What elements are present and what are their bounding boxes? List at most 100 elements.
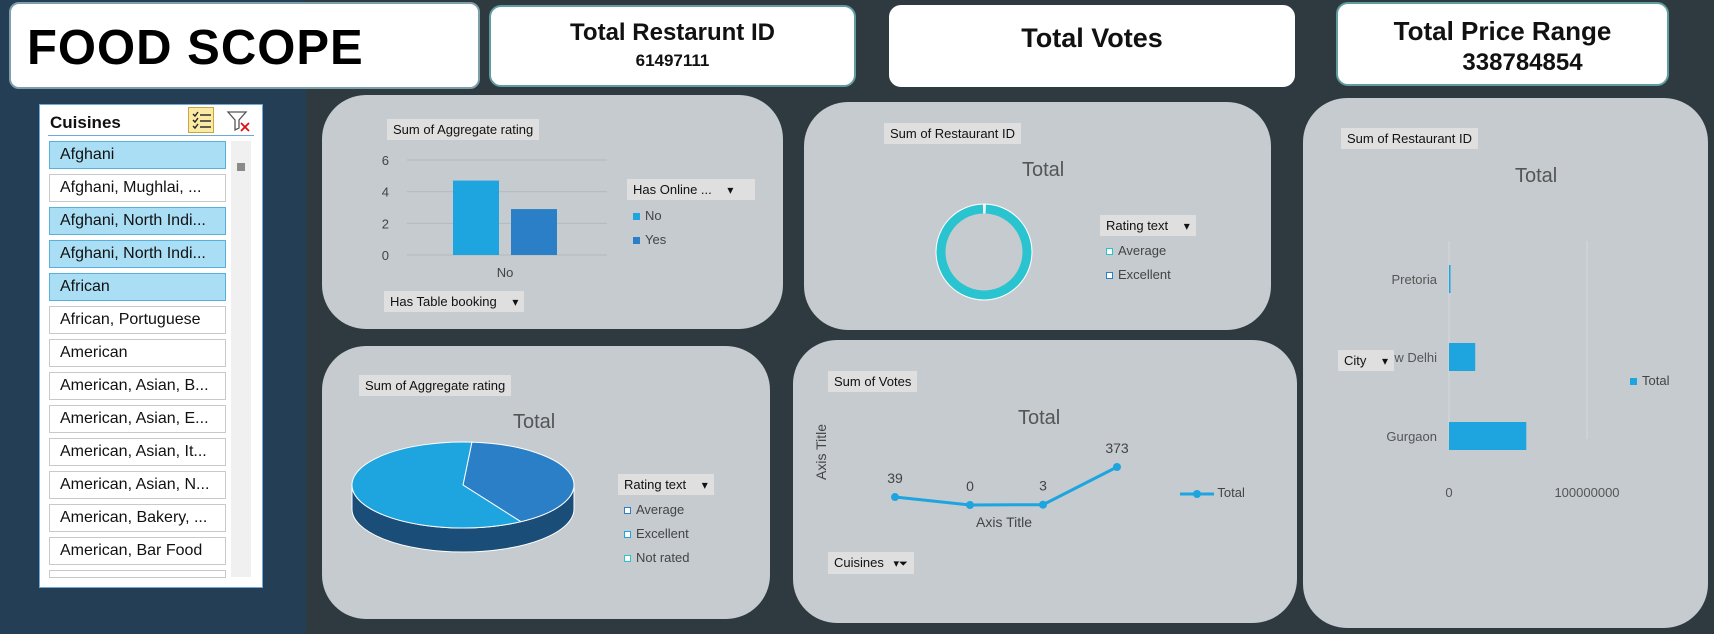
cuisines-slicer: Cuisines Afghani Afghani, Mughlai, ... Afg…: [39, 104, 263, 588]
legend-item-average: Average: [624, 502, 684, 517]
legend-item-excellent: Excellent: [624, 526, 689, 541]
data-label: 3: [1039, 478, 1047, 494]
line-point: [1039, 500, 1047, 509]
donut-slice-average: [936, 204, 1032, 300]
slicer-item[interactable]: African: [49, 273, 226, 301]
bar-no: [453, 180, 499, 255]
data-label: 373: [1105, 440, 1129, 456]
slicer-item[interactable]: Afghani: [49, 141, 226, 169]
legend-swatch: [624, 531, 631, 539]
legend-swatch: [1630, 378, 1637, 386]
legend-swatch: [624, 507, 631, 515]
legend-item-no: No: [633, 208, 662, 223]
clear-filter-button[interactable]: [226, 109, 252, 133]
line-point: [1113, 463, 1121, 471]
slicer-item[interactable]: American: [49, 339, 226, 367]
legend-field-button[interactable]: Rating text: [618, 474, 714, 495]
scrollbar-thumb[interactable]: [237, 163, 245, 171]
legend-label: Not rated: [636, 550, 690, 565]
slicer-divider: [48, 135, 254, 136]
data-label: 39: [887, 470, 903, 486]
kpi-card-votes: Total Votes: [889, 5, 1295, 87]
legend-label: Excellent: [1118, 267, 1171, 282]
slicer-scrollbar[interactable]: [231, 141, 251, 577]
slicer-item[interactable]: African, Portuguese: [49, 306, 226, 334]
y-tick-label: ew Delhi: [1387, 350, 1437, 365]
axis-title-y: Axis Title: [813, 423, 829, 480]
axis-field-label: Has Table booking: [390, 294, 497, 309]
multi-select-button[interactable]: [188, 107, 214, 133]
y-tick-label: 4: [382, 185, 389, 200]
line-point: [891, 493, 899, 502]
slicer-item-partial[interactable]: [49, 570, 226, 578]
bar-yes: [511, 209, 557, 255]
panel-aggregate-rating-bar: Sum of Aggregate rating 0 2 4 6 No Has Onlin…: [322, 95, 783, 329]
axis-field-button[interactable]: Cuisines ▾⏷: [828, 552, 914, 574]
line-point: [966, 501, 974, 509]
legend-label: Total: [1642, 373, 1670, 388]
clear-filter-icon: [226, 111, 250, 132]
axis-field-button[interactable]: City: [1338, 350, 1395, 371]
line-chart: 39 0 3 373: [887, 440, 1129, 509]
kpi-title: Total Votes: [1021, 23, 1163, 53]
slicer-item[interactable]: American, Asian, E...: [49, 405, 226, 433]
slicer-item[interactable]: American, Asian, It...: [49, 438, 226, 466]
kpi-value: 61497111: [635, 51, 710, 70]
kpi-card-restaurant-id: Total Restarunt ID 61497111: [489, 5, 856, 87]
line-series-total: [894, 465, 1118, 507]
checklist-icon: [192, 111, 211, 130]
donut-chart: [935, 203, 1033, 301]
axis-title-x: Axis Title: [976, 514, 1033, 530]
x-tick-label: 100000000: [1554, 485, 1619, 500]
panel-restaurant-id-city-bar: Sum of Restaurant ID Total Pretoria ew De…: [1303, 98, 1708, 628]
legend-field-button[interactable]: Rating text: [1100, 215, 1196, 236]
kpi-card-price-range: Total Price Range 338784854: [1336, 2, 1669, 86]
legend-item-yes: Yes: [633, 232, 666, 247]
slicer-item[interactable]: American, Bar Food: [49, 537, 226, 565]
legend-label: Yes: [645, 232, 667, 247]
legend-swatch: [1106, 272, 1113, 280]
legend-item-total: Total: [1630, 373, 1669, 388]
legend-swatch: [633, 237, 640, 245]
panel-aggregate-rating-pie: Sum of Aggregate rating Total Rating tex…: [322, 346, 770, 619]
filter-dropdown-icon: ▾⏷: [893, 558, 908, 570]
legend-field-label: Rating text: [1106, 218, 1169, 233]
slicer-item[interactable]: Afghani, North Indi...: [49, 207, 226, 235]
app-title: FOOD SCOPE: [27, 21, 364, 75]
slicer-item[interactable]: American, Bakery, ...: [49, 504, 226, 532]
hbar-gurgaon: [1449, 422, 1527, 450]
legend-item-not-rated: Not rated: [624, 550, 689, 565]
y-tick-label: 2: [382, 216, 389, 231]
axis-field-label: Cuisines: [834, 555, 884, 570]
legend-label: No: [645, 208, 662, 223]
slicer-item[interactable]: Afghani, Mughlai, ...: [49, 174, 226, 202]
legend-swatch: [633, 213, 640, 221]
kpi-value: 338784854: [1462, 49, 1583, 76]
x-tick-label: 0: [1445, 485, 1452, 500]
slicer-item[interactable]: American, Asian, B...: [49, 372, 226, 400]
panel-votes-line: Sum of Votes Total 39 0 3 373 Axis Title Ax…: [793, 340, 1297, 623]
y-tick-label: Gurgaon: [1386, 429, 1437, 444]
legend-label: Excellent: [636, 526, 689, 541]
kpi-title: Total Restarunt ID: [570, 19, 775, 46]
y-tick-label: 6: [382, 153, 389, 168]
axis-field-button[interactable]: Has Table booking: [384, 291, 525, 312]
legend-field-button[interactable]: Has Online ...: [627, 179, 755, 200]
legend-item-average: Average: [1106, 243, 1166, 258]
legend-label: Average: [1118, 243, 1167, 258]
legend-swatch: [624, 555, 631, 563]
legend-line-swatch: [1180, 489, 1214, 498]
x-tick-label: No: [497, 265, 514, 280]
slicer-title: Cuisines: [50, 113, 121, 132]
legend-item-total: Total: [1180, 485, 1245, 500]
y-tick-label: 0: [382, 248, 389, 263]
hbar-new-delhi: [1449, 343, 1476, 371]
slicer-item[interactable]: American, Asian, N...: [49, 471, 226, 499]
legend-label: Average: [636, 502, 685, 517]
kpi-title: Total Price Range: [1393, 16, 1612, 46]
legend-field-label: Rating text: [624, 477, 687, 492]
legend-item-excellent: Excellent: [1106, 267, 1171, 282]
y-tick-label: Pretoria: [1391, 272, 1437, 287]
slicer-item[interactable]: Afghani, North Indi...: [49, 240, 226, 268]
donut-outline: [935, 203, 1033, 301]
